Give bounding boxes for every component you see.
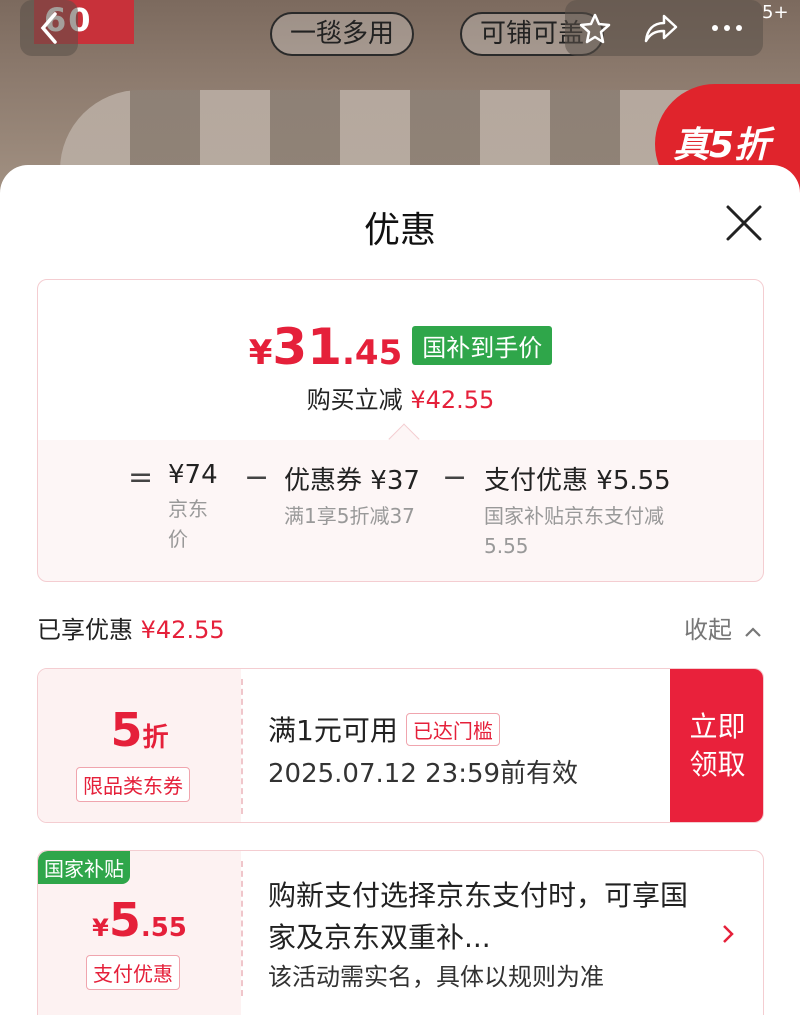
pay-line: 支付优惠 ¥5.55 bbox=[484, 460, 684, 497]
close-icon bbox=[726, 205, 762, 241]
minus-sign-2: − bbox=[442, 460, 468, 495]
chevron-right-icon bbox=[723, 925, 734, 943]
coupon-col: 优惠券 ¥37 满1享5折减37 bbox=[284, 460, 420, 531]
minus-sign-1: − bbox=[244, 460, 270, 495]
pay-value: ¥5.55 bbox=[596, 466, 671, 496]
coupon-2-detail-button[interactable] bbox=[721, 923, 735, 949]
coupon-card-2[interactable]: 国家补贴 ¥5.55 支付优惠 购新支付选择京东支付时，可享国家及京东双重补..… bbox=[37, 850, 764, 1015]
pay-title: 支付优惠 bbox=[484, 466, 589, 496]
notification-badge: 5+ bbox=[762, 2, 789, 23]
pay-col: 支付优惠 ¥5.55 国家补贴京东支付减5.55 bbox=[484, 460, 684, 561]
discount-sheet: 优惠 ¥31.45 国补到手价 购买立减 ¥42.55 = ¥74 京东价 − bbox=[0, 165, 800, 1015]
enjoyed-discount: 已享优惠 ¥42.55 bbox=[37, 610, 225, 645]
collapse-button[interactable]: 收起 bbox=[684, 610, 762, 645]
base-price-col: ¥74 京东价 bbox=[168, 460, 228, 554]
claim-line-2: 领取 bbox=[689, 747, 746, 781]
price-summary-card: ¥31.45 国补到手价 购买立减 ¥42.55 = ¥74 京东价 − 优惠券… bbox=[37, 279, 764, 582]
coupon-1-condition: 满1元可用 bbox=[268, 714, 398, 747]
coupon-1-status-tag: 已达门槛 bbox=[405, 712, 500, 746]
coupon-2-amount-dec: .55 bbox=[140, 913, 187, 943]
claim-line-1: 立即 bbox=[689, 709, 746, 743]
coupon-2-corner-tag: 国家补贴 bbox=[38, 851, 130, 884]
card-notch bbox=[388, 423, 420, 455]
coupon-2-note: 该活动需实名，具体以规则为准 bbox=[268, 963, 604, 991]
coupon-title: 优惠券 bbox=[284, 466, 363, 496]
base-price: ¥74 bbox=[168, 460, 218, 490]
base-price-label: 京东价 bbox=[168, 497, 208, 551]
coupon-2-description: 购新支付选择京东支付时，可享国家及京东双重补... bbox=[268, 879, 689, 954]
chevron-up-icon bbox=[744, 627, 761, 637]
more-icon[interactable] bbox=[709, 12, 745, 44]
claim-button[interactable]: 立即 领取 bbox=[670, 669, 763, 822]
back-button[interactable] bbox=[20, 0, 78, 56]
price-tag: 国补到手价 bbox=[412, 326, 553, 365]
close-button[interactable] bbox=[722, 201, 766, 245]
coupon-card-1: 5折 限品类东券 满1元可用 已达门槛 2025.07.12 23:59前有效 立… bbox=[37, 668, 764, 823]
currency-symbol: ¥ bbox=[248, 333, 273, 373]
collapse-label: 收起 bbox=[684, 616, 732, 644]
coupon-2-amount: ¥5.55 bbox=[38, 893, 241, 947]
price-integer: 31 bbox=[272, 318, 343, 376]
coupon-1-discount: 5折 bbox=[38, 703, 241, 757]
share-icon[interactable] bbox=[643, 12, 679, 44]
sheet-title: 优惠 bbox=[363, 210, 436, 251]
star-icon[interactable] bbox=[577, 12, 613, 44]
coupon-1-type-tag: 限品类东券 bbox=[76, 767, 190, 802]
pay-desc: 国家补贴京东支付减5.55 bbox=[484, 504, 664, 558]
price-decimal: .45 bbox=[342, 333, 403, 373]
coupon-value: ¥37 bbox=[370, 466, 420, 496]
coupon-1-condition-line: 满1元可用 已达门槛 bbox=[268, 709, 500, 749]
reduce-line: 购买立减 ¥42.55 bbox=[38, 380, 763, 415]
final-price: ¥31.45 bbox=[249, 318, 403, 376]
chevron-left-icon bbox=[40, 12, 57, 44]
coupon-2-amount-int: 5 bbox=[108, 893, 141, 947]
final-price-line: ¥31.45 国补到手价 bbox=[38, 318, 763, 376]
coupon-divider bbox=[241, 861, 243, 996]
coupon-2-type-tag: 支付优惠 bbox=[86, 955, 180, 990]
coupon-divider bbox=[241, 679, 243, 814]
tag-pill-1[interactable]: 一毯多用 bbox=[270, 12, 415, 56]
discount-unit: 折 bbox=[142, 723, 169, 753]
coupon-2-currency: ¥ bbox=[92, 914, 109, 942]
coupon-desc: 满1享5折减37 bbox=[284, 504, 415, 528]
reduce-value: ¥42.55 bbox=[410, 386, 495, 414]
coupon-line: 优惠券 ¥37 bbox=[284, 460, 420, 497]
discount-number: 5 bbox=[110, 703, 143, 757]
equals-sign: = bbox=[128, 460, 154, 495]
reduce-label: 购买立减 bbox=[306, 386, 403, 414]
top-action-bar bbox=[565, 0, 763, 56]
coupon-1-validity: 2025.07.12 23:59前有效 bbox=[268, 759, 579, 789]
enjoyed-label: 已享优惠 bbox=[37, 616, 133, 644]
enjoyed-value: ¥42.55 bbox=[140, 616, 225, 644]
